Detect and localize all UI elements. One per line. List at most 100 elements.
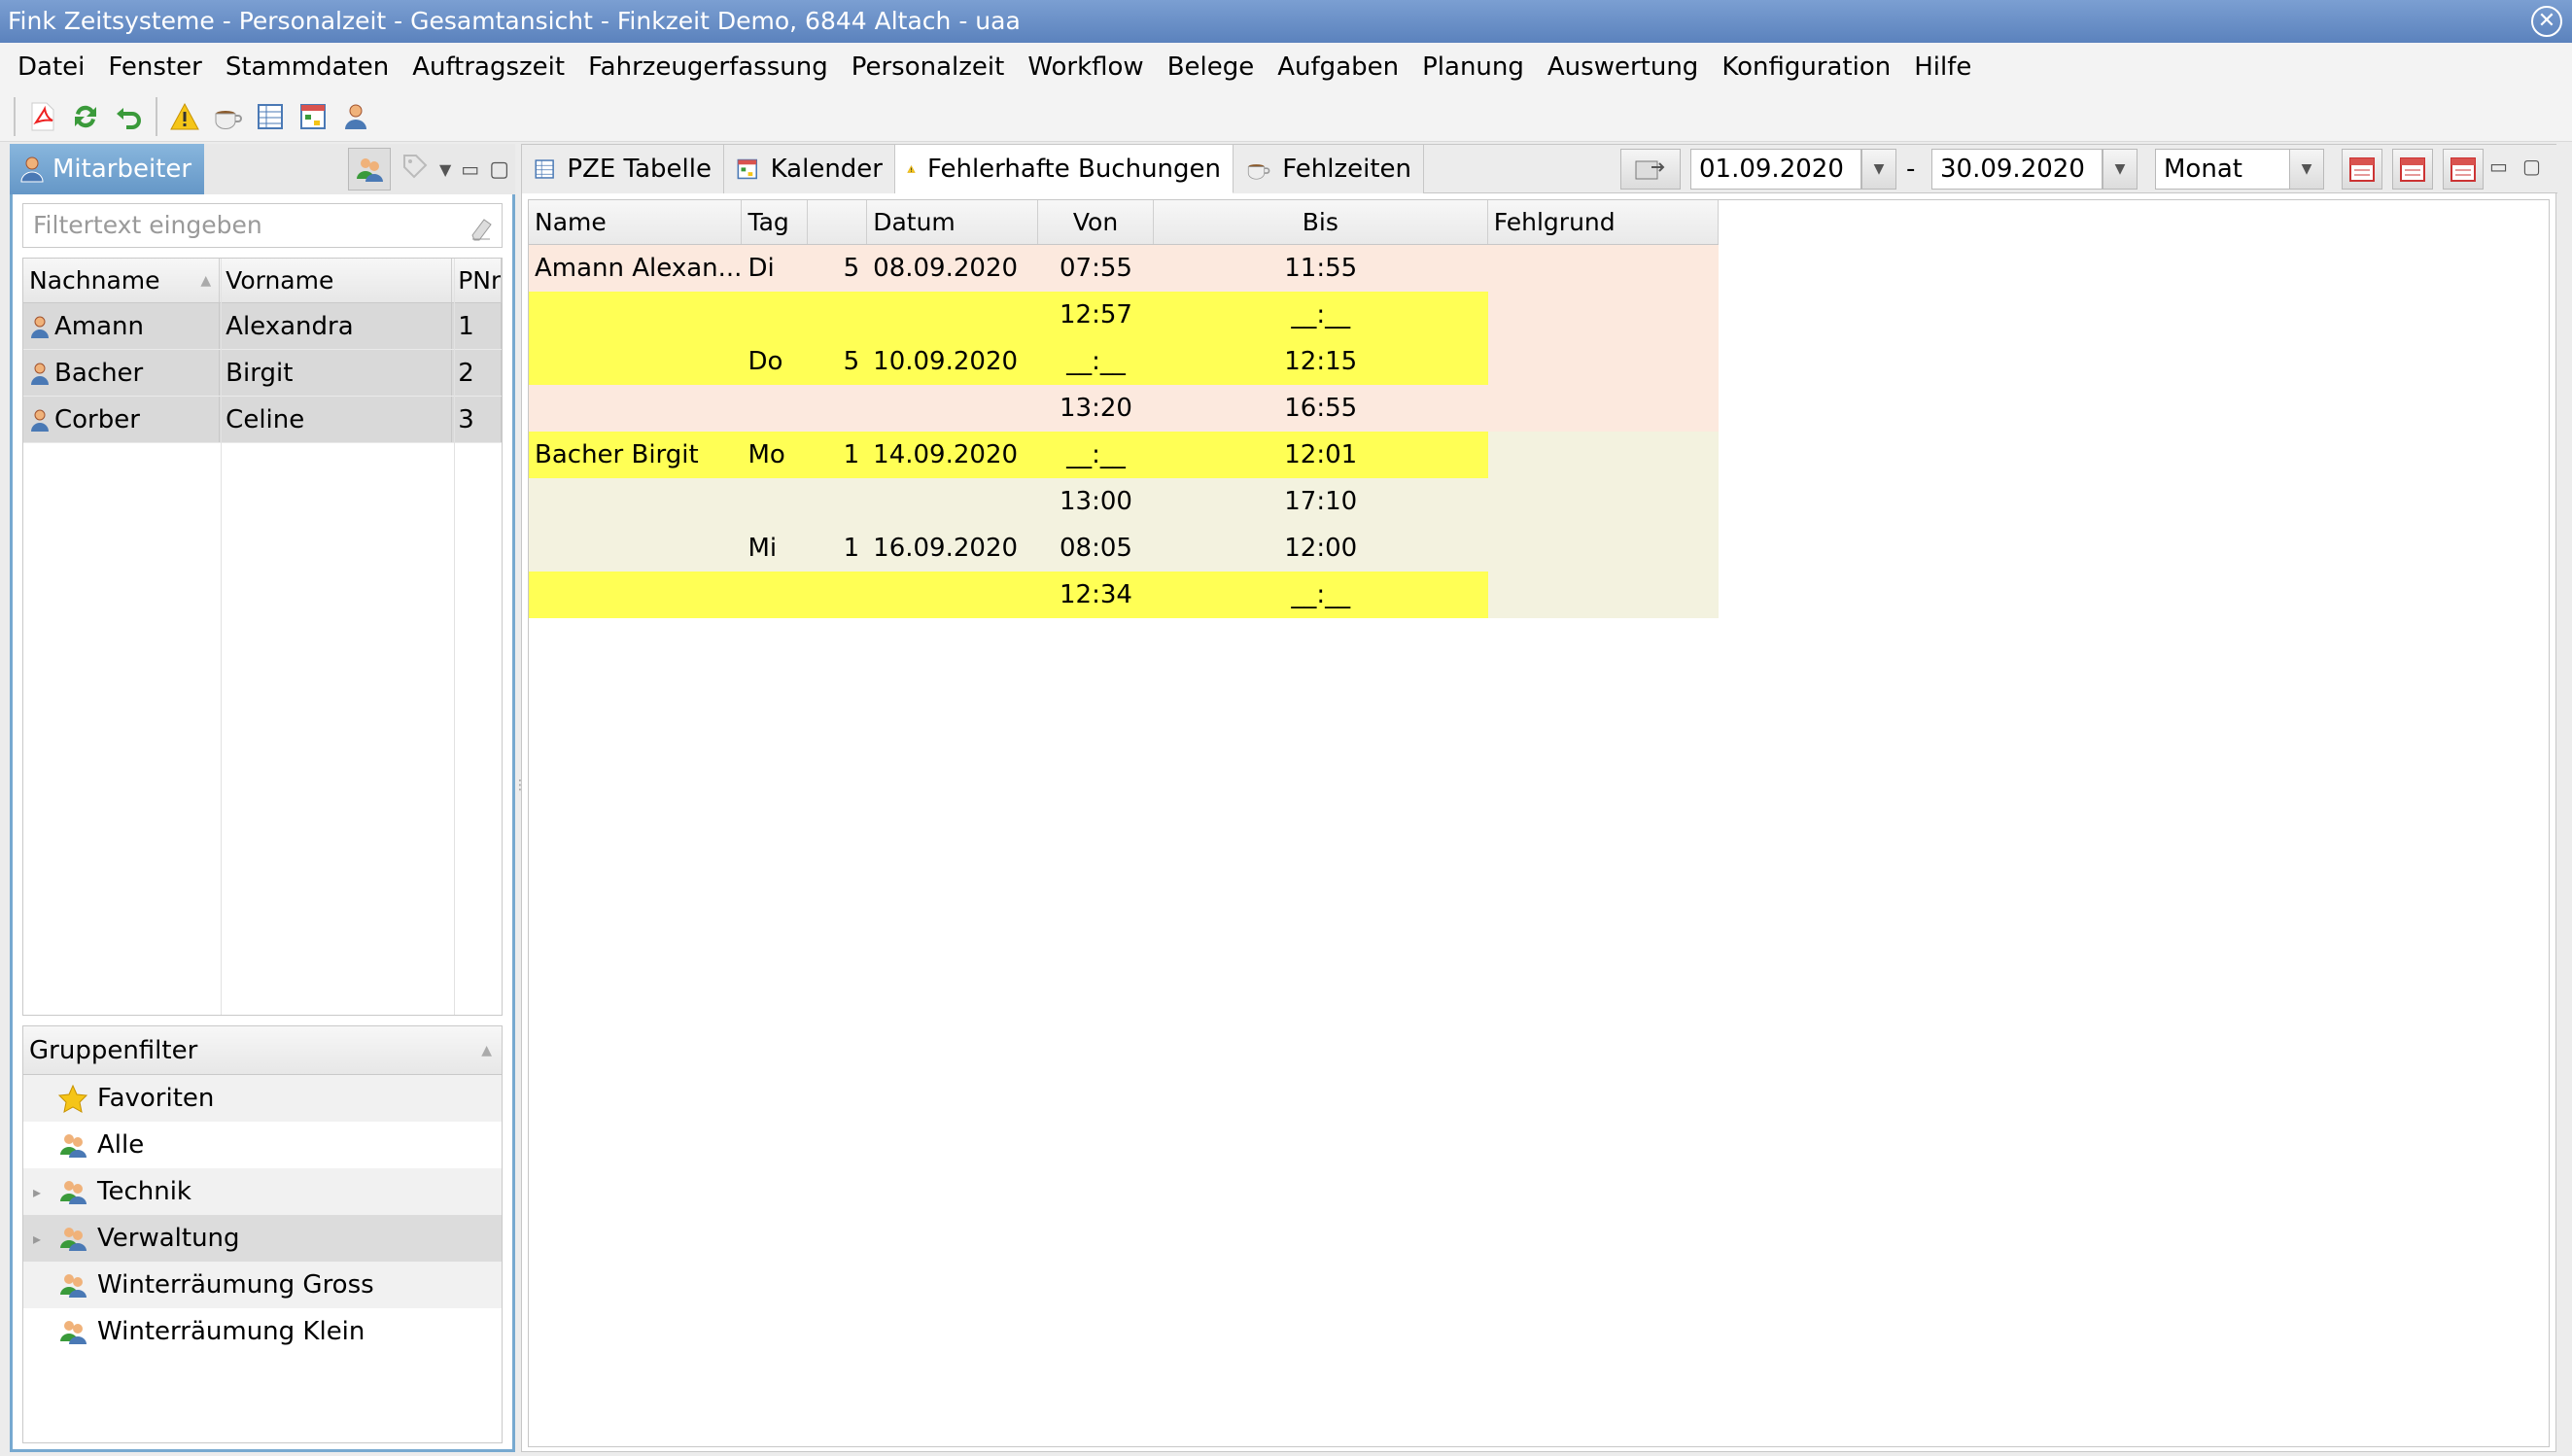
sort-asc-icon: ▲: [200, 273, 212, 289]
table-row[interactable]: Amann Alexandra 1: [23, 303, 502, 350]
group-item-label: Winterräumung Klein: [97, 1317, 365, 1346]
menu-datei[interactable]: Datei: [6, 52, 96, 82]
tab-kalender[interactable]: Kalender: [724, 145, 895, 193]
expand-icon[interactable]: ▸: [33, 1183, 49, 1201]
employee-vorname: Alexandra: [226, 311, 354, 341]
employee-pnr: 1: [458, 311, 474, 341]
group-filter-header[interactable]: Gruppenfilter ▲: [23, 1026, 502, 1075]
menu-stammdaten[interactable]: Stammdaten: [214, 52, 400, 82]
booking-nr: [808, 478, 867, 525]
person-icon[interactable]: [334, 95, 377, 138]
table-row[interactable]: Amann Alexan... Di 5 08.09.2020 07:55 11:55: [529, 245, 1719, 292]
table-row[interactable]: Do 5 10.09.2020 __:__ 12:15: [529, 338, 1719, 385]
column-bis[interactable]: Bis: [1154, 200, 1488, 244]
group-item-winterraeumung-klein[interactable]: Winterräumung Klein: [23, 1308, 502, 1355]
maximize-icon[interactable]: ▢: [489, 157, 509, 182]
menu-belege[interactable]: Belege: [1156, 52, 1267, 82]
date-to-field[interactable]: 30.09.2020: [1931, 149, 2103, 190]
column-name[interactable]: Name: [529, 200, 743, 244]
menu-konfiguration[interactable]: Konfiguration: [1710, 52, 1902, 82]
chevron-up-icon[interactable]: ▲: [481, 1026, 492, 1075]
group-view-button[interactable]: [347, 148, 391, 191]
column-datum[interactable]: Datum: [867, 200, 1039, 244]
table-icon[interactable]: [249, 95, 292, 138]
group-icon: [60, 1134, 87, 1158]
table-row[interactable]: Corber Celine 3: [23, 397, 502, 443]
menu-auswertung[interactable]: Auswertung: [1536, 52, 1710, 82]
warning-icon[interactable]: [163, 95, 206, 138]
menu-auftragszeit[interactable]: Auftragszeit: [400, 52, 576, 82]
date-from-dropdown[interactable]: ▼: [1861, 149, 1896, 190]
column-fehlgrund[interactable]: Fehlgrund: [1488, 200, 1720, 244]
menu-aufgaben[interactable]: Aufgaben: [1266, 52, 1410, 82]
table-row[interactable]: 13:20 16:55: [529, 385, 1719, 432]
column-tag[interactable]: Tag: [742, 200, 808, 244]
column-pnr[interactable]: PNr: [452, 259, 502, 302]
pdf-icon[interactable]: [21, 95, 64, 138]
person-icon: [31, 316, 49, 338]
date-to-dropdown[interactable]: ▼: [2103, 149, 2138, 190]
column-von[interactable]: Von: [1038, 200, 1154, 244]
column-vorname[interactable]: Vorname: [220, 259, 453, 302]
table-row[interactable]: 13:00 17:10: [529, 478, 1719, 525]
group-item-favoriten[interactable]: Favoriten: [23, 1075, 502, 1122]
date-from-field[interactable]: 01.09.2020: [1690, 149, 1861, 190]
table-row[interactable]: 12:34 __:__: [529, 572, 1719, 618]
tab-label: PZE Tabelle: [567, 155, 712, 184]
table-row[interactable]: Bacher Birgit 2: [23, 350, 502, 397]
main-tabs: PZE Tabelle Kalender Fehlerhafte Buchung…: [522, 145, 2557, 193]
minimize-icon[interactable]: ▭: [461, 157, 479, 181]
tag-icon[interactable]: [400, 152, 430, 187]
employee-vorname: Birgit: [226, 358, 294, 388]
group-icon: [60, 1274, 87, 1298]
maximize-icon[interactable]: ▢: [2522, 155, 2541, 178]
booking-name: [529, 292, 743, 338]
column-nachname[interactable]: Nachname ▲: [23, 259, 221, 302]
group-item-label: Technik: [97, 1177, 191, 1206]
table-row[interactable]: Bacher Birgit Mo 1 14.09.2020 __:__ 12:01: [529, 432, 1719, 478]
menu-workflow[interactable]: Workflow: [1016, 52, 1155, 82]
tab-mitarbeiter-label: Mitarbeiter: [52, 155, 192, 184]
period-select[interactable]: Monat: [2155, 149, 2291, 190]
undo-icon[interactable]: [107, 95, 150, 138]
menu-planung[interactable]: Planung: [1410, 52, 1536, 82]
booking-fehlgrund: [1488, 245, 1719, 292]
next-period-button[interactable]: [2443, 149, 2484, 190]
group-item-verwaltung[interactable]: ▸ Verwaltung: [23, 1215, 502, 1262]
export-button[interactable]: [1620, 149, 1681, 190]
toolbar: [0, 91, 2572, 142]
menu-fahrzeugerfassung[interactable]: Fahrzeugerfassung: [576, 52, 840, 82]
minimize-icon[interactable]: ▭: [2489, 155, 2508, 178]
toolbar-separator: [14, 96, 16, 136]
expand-icon[interactable]: ▸: [33, 1230, 49, 1248]
eraser-icon[interactable]: [469, 212, 494, 255]
group-item-winterraeumung-gross[interactable]: Winterräumung Gross: [23, 1262, 502, 1308]
tab-fehlerhafte-buchungen[interactable]: Fehlerhafte Buchungen: [895, 145, 1234, 193]
close-icon[interactable]: ✕: [2531, 6, 2562, 37]
menu-hilfe[interactable]: Hilfe: [1902, 52, 1983, 82]
chevron-down-icon[interactable]: ▼: [439, 160, 451, 179]
filter-input[interactable]: Filtertext eingeben: [22, 203, 503, 248]
booking-fehlgrund: [1488, 338, 1719, 385]
calendar-icon[interactable]: [292, 95, 334, 138]
coffee-icon[interactable]: [206, 95, 249, 138]
period-dropdown[interactable]: ▼: [2289, 149, 2324, 190]
menu-fenster[interactable]: Fenster: [96, 52, 213, 82]
booking-nr: 5: [843, 254, 860, 283]
group-item-technik[interactable]: ▸ Technik: [23, 1168, 502, 1215]
booking-datum: 10.09.2020: [867, 338, 1039, 385]
tab-fehlzeiten[interactable]: Fehlzeiten: [1234, 145, 1424, 193]
menu-personalzeit[interactable]: Personalzeit: [840, 52, 1017, 82]
booking-nr: [807, 292, 868, 338]
date-from-value: 01.09.2020: [1699, 155, 1844, 184]
current-period-button[interactable]: [2392, 149, 2433, 190]
booking-fehlgrund: [1488, 432, 1719, 478]
table-row[interactable]: 12:57 __:__: [529, 292, 1719, 338]
table-row[interactable]: Mi 1 16.09.2020 08:05 12:00: [529, 525, 1719, 572]
group-item-alle[interactable]: Alle: [23, 1122, 502, 1168]
tab-mitarbeiter[interactable]: Mitarbeiter: [10, 144, 204, 194]
refresh-icon[interactable]: [64, 95, 107, 138]
column-nr[interactable]: [808, 200, 868, 244]
tab-pze-tabelle[interactable]: PZE Tabelle: [522, 145, 724, 193]
previous-period-button[interactable]: [2342, 149, 2382, 190]
